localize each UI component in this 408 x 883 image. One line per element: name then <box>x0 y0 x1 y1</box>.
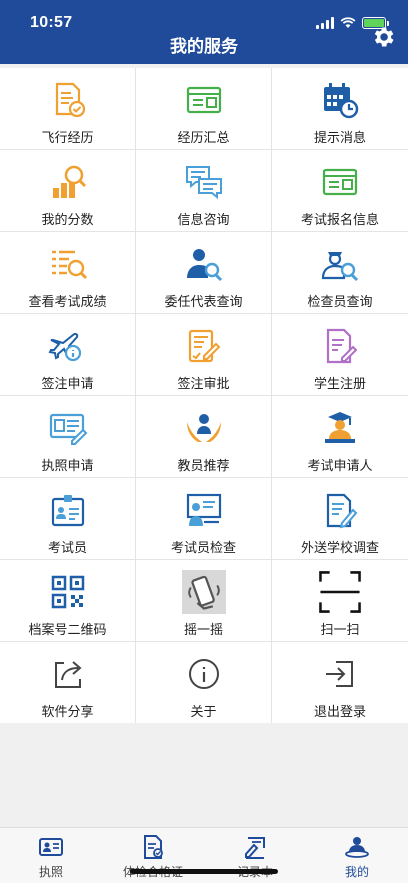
chat-bubbles-icon <box>185 166 222 200</box>
status-time: 10:57 <box>30 14 73 31</box>
service-label: 考试员 <box>47 541 87 556</box>
license-card-icon <box>49 413 87 445</box>
service-label: 摇一摇 <box>183 623 223 638</box>
service-endorsement-application[interactable]: 签注申请 <box>0 314 136 395</box>
service-license-application[interactable]: 执照申请 <box>0 396 136 477</box>
gear-icon[interactable] <box>370 24 396 50</box>
service-examiner-inspection[interactable]: 考试员检查 <box>136 478 272 559</box>
person-search-icon <box>186 249 222 282</box>
service-label: 考试报名信息 <box>300 213 379 228</box>
airplane-info-icon <box>48 332 81 362</box>
service-label: 检查员查询 <box>307 295 373 310</box>
cellular-signal-icon <box>316 17 334 29</box>
service-label: 签注申请 <box>41 377 94 392</box>
chart-search-icon <box>52 165 86 198</box>
service-representative-query[interactable]: 委任代表查询 <box>136 232 272 313</box>
logbook-tab-icon <box>245 837 265 859</box>
service-endorsement-approval[interactable]: 签注审批 <box>136 314 272 395</box>
service-student-registration[interactable]: 学生注册 <box>272 314 408 395</box>
service-school-survey[interactable]: 外送学校调查 <box>272 478 408 559</box>
service-exam-registration[interactable]: 考试报名信息 <box>272 150 408 231</box>
tab-medical-certificate[interactable]: 体检合格证 <box>102 828 204 883</box>
app-header: 10:57 我的服务 <box>0 0 408 64</box>
graduate-icon <box>325 412 355 443</box>
service-label: 提示消息 <box>313 131 366 146</box>
tab-license[interactable]: 执照 <box>0 828 102 883</box>
shake-phone-icon <box>181 570 226 614</box>
service-scan[interactable]: 扫一扫 <box>272 560 408 641</box>
service-grid: 飞行经历 经历汇总 提示消息 我的分数 信息咨询 考试报名信息 查看考试成绩 委… <box>0 68 408 723</box>
service-exam-applicant[interactable]: 考试申请人 <box>272 396 408 477</box>
service-exam-results[interactable]: 查看考试成绩 <box>0 232 136 313</box>
hands-person-icon <box>186 414 221 442</box>
service-experience-summary[interactable]: 经历汇总 <box>136 68 272 149</box>
service-info-inquiry[interactable]: 信息咨询 <box>136 150 272 231</box>
tab-logbook[interactable]: 记录本 <box>204 828 306 883</box>
service-logout[interactable]: 退出登录 <box>272 642 408 723</box>
page-title: 我的服务 <box>170 37 238 57</box>
service-notifications[interactable]: 提示消息 <box>272 68 408 149</box>
qr-code-icon <box>51 575 84 609</box>
service-label: 关于 <box>190 705 217 720</box>
service-label: 执照申请 <box>41 459 94 474</box>
inspector-search-icon <box>321 252 359 282</box>
service-label: 我的分数 <box>41 213 94 228</box>
service-share-app[interactable]: 软件分享 <box>0 642 136 723</box>
tab-label: 执照 <box>38 865 63 879</box>
logbook-check-icon <box>55 82 85 118</box>
home-indicator <box>130 869 278 874</box>
id-badge-icon <box>51 495 84 527</box>
service-label: 考试申请人 <box>307 459 373 474</box>
service-label: 飞行经历 <box>41 131 94 146</box>
license-tab-icon <box>39 838 63 856</box>
calendar-clock-icon <box>324 83 359 119</box>
wifi-icon <box>340 17 356 28</box>
bottom-tab-bar: 执照 体检合格证 记录本 我的 <box>0 827 408 883</box>
service-instructor-recommendation[interactable]: 教员推荐 <box>136 396 272 477</box>
service-label: 信息咨询 <box>177 213 230 228</box>
document-edit-icon <box>326 328 358 364</box>
service-label: 教员推荐 <box>177 459 230 474</box>
service-label: 学生注册 <box>313 377 366 392</box>
service-label: 软件分享 <box>41 705 94 720</box>
service-my-score[interactable]: 我的分数 <box>0 150 136 231</box>
presentation-board-icon <box>186 493 221 526</box>
service-shake[interactable]: 摇一摇 <box>136 560 272 641</box>
profile-tab-icon <box>345 837 369 858</box>
service-label: 外送学校调查 <box>300 541 379 556</box>
approval-stamp-icon <box>188 329 220 363</box>
registration-card-icon <box>322 168 358 196</box>
document-pen-icon <box>326 493 358 529</box>
tab-label: 我的 <box>344 865 369 879</box>
service-label: 经历汇总 <box>177 131 230 146</box>
service-label: 考试员检查 <box>170 541 236 556</box>
share-icon <box>54 661 82 688</box>
service-inspector-query[interactable]: 检查员查询 <box>272 232 408 313</box>
scan-frame-icon <box>319 571 361 613</box>
service-label: 查看考试成绩 <box>28 295 107 310</box>
summary-card-icon <box>186 86 221 114</box>
service-file-qr-code[interactable]: 档案号二维码 <box>0 560 136 641</box>
service-label: 档案号二维码 <box>28 623 107 638</box>
logout-icon <box>326 661 353 687</box>
service-about[interactable]: 关于 <box>136 642 272 723</box>
list-search-icon <box>51 250 87 280</box>
service-label: 扫一扫 <box>320 623 360 638</box>
info-icon <box>188 659 219 689</box>
service-label: 签注审批 <box>177 377 230 392</box>
medical-cert-tab-icon <box>144 835 163 859</box>
service-flight-experience[interactable]: 飞行经历 <box>0 68 136 149</box>
service-label: 退出登录 <box>313 705 366 720</box>
tab-profile[interactable]: 我的 <box>306 828 408 883</box>
service-label: 委任代表查询 <box>164 295 243 310</box>
service-examiner[interactable]: 考试员 <box>0 478 136 559</box>
